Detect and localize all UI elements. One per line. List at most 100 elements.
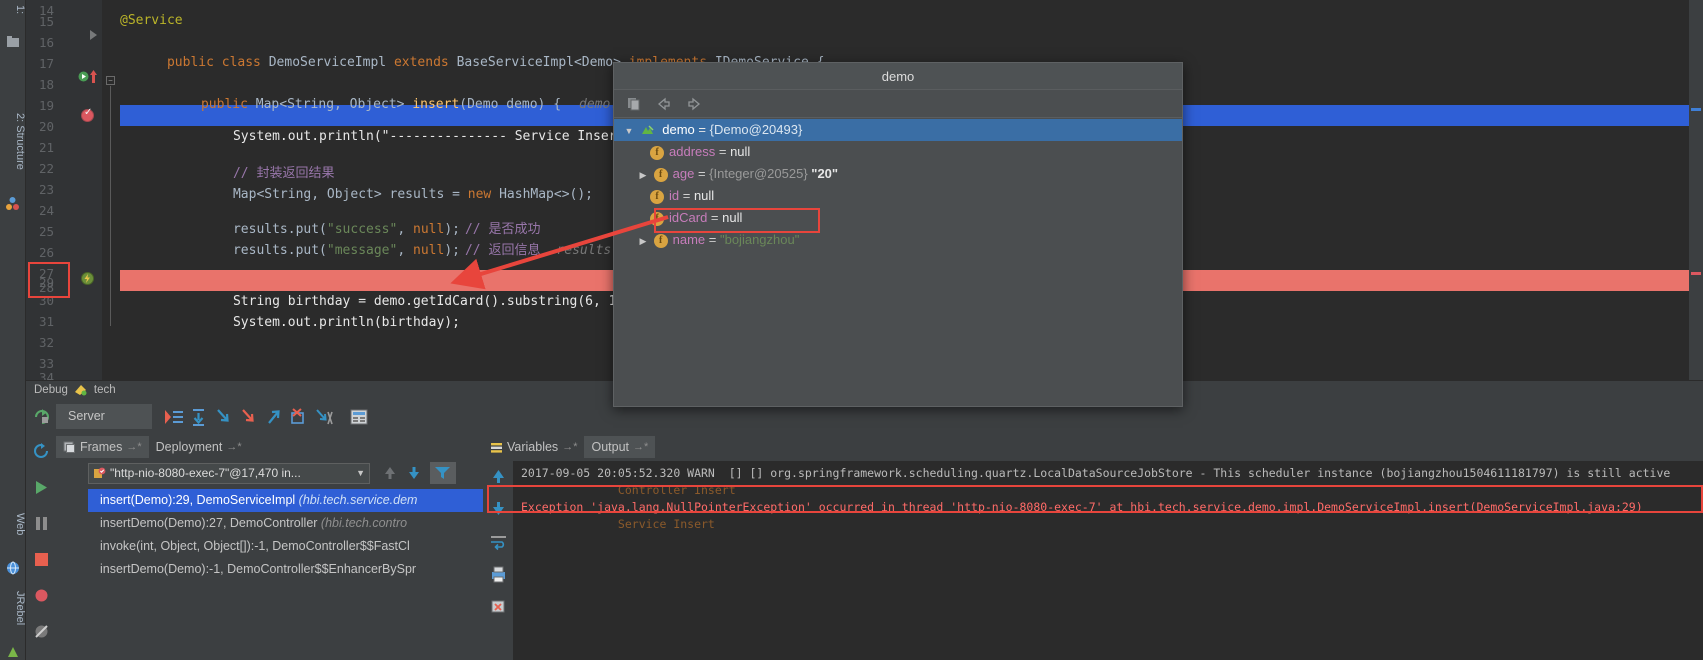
popup-title: demo <box>614 63 1182 90</box>
tab-variables[interactable]: Variables →* <box>483 436 584 458</box>
run-to-cursor-icon[interactable] <box>312 406 336 428</box>
tab-server[interactable]: Server <box>56 404 152 429</box>
variable-value: null <box>722 210 743 225</box>
sidebar-tab-web[interactable]: Web <box>0 510 26 538</box>
chevron-down-icon[interactable]: ▼ <box>622 120 636 142</box>
frame-row[interactable]: insertDemo(Demo):27, DemoController (hbi… <box>88 512 483 535</box>
tab-detach-icon[interactable]: →* <box>633 436 648 458</box>
tab-detach-icon[interactable]: →* <box>126 436 141 458</box>
line-number: 23 <box>38 182 54 197</box>
line-number: 26 <box>38 245 54 260</box>
pause-icon[interactable] <box>33 515 50 532</box>
console-line-stdout: Service Insert <box>521 517 715 531</box>
line-number: 22 <box>38 161 54 176</box>
thread-combo[interactable]: "http-nio-8080-exec-7"@17,470 in... ▼ <box>88 462 370 484</box>
clear-all-icon[interactable] <box>489 597 508 616</box>
line-number: 31 <box>38 314 54 329</box>
drop-frame-icon[interactable] <box>287 406 311 428</box>
copy-value-icon[interactable] <box>626 96 642 112</box>
chevron-down-icon[interactable]: ▼ <box>356 468 365 478</box>
back-arrow-icon[interactable] <box>656 96 672 112</box>
left-tool-strip: 1: 2: Structure Web JRebel <box>0 0 26 660</box>
editor-gutter[interactable]: 14 15 16 17 18 19 20 21 22 23 24 25 26 2… <box>26 0 88 380</box>
variable-name: age <box>672 166 695 181</box>
code-statement: System.out.println(birthday); <box>232 315 460 330</box>
debug-toolwindow[interactable]: Server Frames →* Deployment →* "http-nio… <box>26 399 1703 660</box>
line-number: 21 <box>38 140 54 155</box>
stop-icon[interactable] <box>33 551 50 568</box>
forward-arrow-icon[interactable] <box>686 96 702 112</box>
tab-detach-icon[interactable]: →* <box>562 436 577 458</box>
editor-error-stripe[interactable] <box>1689 0 1703 380</box>
tab-deployment[interactable]: Deployment →* <box>149 436 249 458</box>
console-output[interactable]: 2017-09-05 20:05:52.320 WARN [] [] org.s… <box>513 461 1703 660</box>
editor-fold-column[interactable]: − <box>102 0 120 380</box>
tree-row-id[interactable]: f id = null <box>614 185 1182 207</box>
tree-row-demo[interactable]: ▼ demo = {Demo@20493} <box>614 119 1182 141</box>
frame-row[interactable]: invoke(int, Object, Object[]):-1, DemoCo… <box>88 535 483 558</box>
line-number: 34 <box>38 370 54 380</box>
view-breakpoints-icon[interactable] <box>33 587 50 604</box>
equals-sign: = <box>679 188 694 203</box>
step-over-icon[interactable] <box>187 406 211 428</box>
resume-icon[interactable] <box>33 479 50 496</box>
frame-row[interactable]: insert(Demo):29, DemoServiceImpl (hbi.te… <box>88 489 483 512</box>
variable-value: null <box>730 144 751 159</box>
debug-config-name[interactable]: tech <box>94 384 116 396</box>
console-line-exception[interactable]: Exception 'java.lang.NullPointerExceptio… <box>513 499 1703 516</box>
breakpoint-verified-icon[interactable] <box>81 107 94 122</box>
tab-frames[interactable]: Frames →* <box>56 436 149 458</box>
console-tabs[interactable]: Variables →* Output →* <box>483 434 1703 458</box>
tab-label: Output <box>591 440 629 454</box>
scroll-down-icon[interactable] <box>489 499 508 518</box>
run-test-icon[interactable] <box>78 71 89 82</box>
tree-row-age[interactable]: ▶ f age = {Integer@20525} "20" <box>614 163 1182 185</box>
debug-value-popup[interactable]: demo ▼ demo = {Demo@20493} f address = nu… <box>613 62 1183 407</box>
frames-list[interactable]: insert(Demo):29, DemoServiceImpl (hbi.te… <box>88 489 483 660</box>
tree-row-idcard[interactable]: f idCard = null <box>614 207 1182 229</box>
debug-tabs-row[interactable]: Server <box>56 403 1703 430</box>
code-supertype: BaseServiceImpl<Demo> <box>456 55 629 70</box>
variable-name: demo <box>662 122 695 137</box>
force-step-into-icon[interactable] <box>237 406 261 428</box>
fold-collapse-icon[interactable]: − <box>106 76 115 85</box>
evaluate-expression-icon[interactable] <box>347 406 371 428</box>
soft-wrap-icon[interactable] <box>489 533 508 552</box>
debug-left-rail[interactable] <box>26 399 56 660</box>
tree-row-name[interactable]: ▶ f name = "bojiangzhou" <box>614 229 1182 251</box>
exception-link[interactable]: DemoServiceImpl.java:29 <box>1476 500 1635 514</box>
step-into-icon[interactable] <box>212 406 236 428</box>
sidebar-tab-jrebel[interactable]: JRebel <box>0 588 26 628</box>
console-line-warn: 2017-09-05 20:05:52.320 WARN [] [] org.s… <box>521 466 1671 480</box>
field-icon: f <box>653 167 668 182</box>
restart-icon[interactable] <box>33 443 50 460</box>
popup-toolbar[interactable] <box>614 90 1182 118</box>
sidebar-tab-project[interactable]: 1: <box>0 2 26 17</box>
stripe-marker[interactable] <box>1691 272 1701 275</box>
filter-button[interactable] <box>430 462 456 484</box>
tab-detach-icon[interactable]: →* <box>226 436 241 458</box>
thread-selector-row[interactable]: "http-nio-8080-exec-7"@17,470 in... ▼ <box>88 461 483 485</box>
scroll-up-icon[interactable] <box>489 467 508 486</box>
line-number: 15 <box>38 14 54 29</box>
arrow-down-icon[interactable] <box>404 463 424 483</box>
run-method-icon[interactable] <box>90 30 97 40</box>
arrow-up-icon[interactable] <box>380 463 400 483</box>
show-execution-point-icon[interactable] <box>162 406 186 428</box>
stripe-marker[interactable] <box>1691 108 1701 111</box>
debug-variables-tree[interactable]: ▼ demo = {Demo@20493} f address = null ▶ … <box>614 119 1182 406</box>
stepping-toolbar[interactable] <box>162 406 371 428</box>
console-rail[interactable] <box>483 461 513 660</box>
sidebar-tab-structure[interactable]: 2: Structure <box>0 110 26 173</box>
line-number: 24 <box>38 203 54 218</box>
print-icon[interactable] <box>489 565 508 584</box>
tree-row-address[interactable]: f address = null <box>614 141 1182 163</box>
step-out-icon[interactable] <box>262 406 286 428</box>
frames-tabs[interactable]: Frames →* Deployment →* <box>56 434 481 458</box>
mute-breakpoints-icon[interactable] <box>33 623 50 640</box>
editor-marker-column[interactable] <box>78 0 102 380</box>
frame-row[interactable]: insertDemo(Demo):-1, DemoController$$Enh… <box>88 558 483 581</box>
chevron-right-icon[interactable]: ▶ <box>636 164 650 186</box>
rerun-icon[interactable] <box>33 408 50 425</box>
tab-output[interactable]: Output →* <box>584 436 656 458</box>
